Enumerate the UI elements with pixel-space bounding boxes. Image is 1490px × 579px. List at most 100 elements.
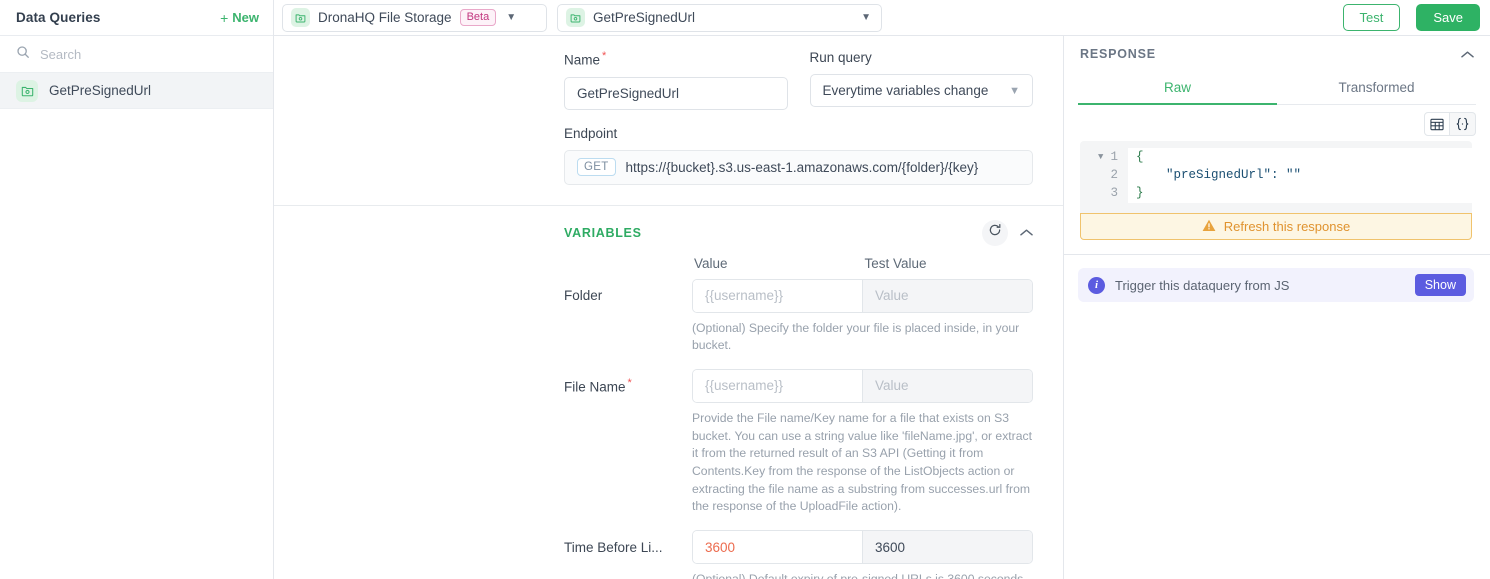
variable-name-text: Folder <box>564 288 603 303</box>
query-label: GetPreSignedUrl <box>593 10 696 25</box>
run-query-label: Run query <box>809 50 872 65</box>
folder-value-input[interactable] <box>693 279 862 312</box>
endpoint-group: Endpoint GET https://{bucket}.s3.us-east… <box>564 126 1033 185</box>
connector-label: DronaHQ File Storage <box>318 10 452 25</box>
sidebar-item-label: GetPreSignedUrl <box>49 83 152 98</box>
plus-icon: + <box>220 9 229 26</box>
table-row: Folder <box>564 278 1033 313</box>
sidebar-search[interactable] <box>0 36 273 73</box>
new-query-button[interactable]: + New <box>220 10 259 25</box>
response-code-card: ▼ 1 2 3 { "preSignedUrl": "" } Refresh t… <box>1080 141 1472 240</box>
run-query-select[interactable]: Everytime variables change ▼ <box>809 74 1033 107</box>
variables-actions <box>982 219 1033 246</box>
variables-section: VARIABLES Value Test Value Folder {{user… <box>274 204 1063 579</box>
code-gutter: ▼ 1 2 3 <box>1080 148 1128 203</box>
sidebar-header: Data Queries + New <box>0 0 273 36</box>
chevron-down-icon: ▼ <box>1009 84 1020 97</box>
response-view-toggle <box>1064 105 1490 141</box>
response-tabs: Raw Transformed <box>1078 72 1476 105</box>
variables-table: Value Test Value Folder {{username}} Val… <box>564 256 1033 579</box>
query-form: Name* Run query Everytime variables chan… <box>274 36 1064 579</box>
chevron-down-icon: ▼ <box>506 11 517 23</box>
variable-name-file-name: File Name * <box>564 377 692 395</box>
test-button[interactable]: Test <box>1342 4 1401 31</box>
line-number: 2 <box>1110 168 1118 182</box>
required-asterisk: * <box>602 50 607 62</box>
name-label: Name * <box>564 50 788 68</box>
warning-icon <box>1202 219 1216 235</box>
time-before-value-input[interactable] <box>693 531 862 563</box>
form-inner: Name* Run query Everytime variables chan… <box>274 36 1063 579</box>
code-line: } <box>1136 186 1144 200</box>
code-line: "preSignedUrl": "" <box>1136 168 1302 182</box>
body-wrapper: Name* Run query Everytime variables chan… <box>274 36 1490 579</box>
variables-header: VARIABLES <box>564 219 1033 246</box>
row-spacer <box>564 355 1033 369</box>
name-field-group: Name * <box>564 50 788 110</box>
endpoint-label: Endpoint <box>564 125 618 141</box>
table-row: File Name * <box>564 368 1033 403</box>
header-spacer <box>564 256 692 271</box>
refresh-variables-button[interactable] <box>982 219 1008 246</box>
query-select[interactable]: GetPreSignedUrl ▼ <box>557 3 882 32</box>
file-storage-icon <box>16 79 38 102</box>
line-number: 3 <box>1110 186 1118 200</box>
required-asterisk: * <box>627 377 632 390</box>
variables-title: VARIABLES <box>564 225 642 240</box>
code-content: { "preSignedUrl": "" } <box>1128 148 1472 203</box>
collapse-variables-button[interactable] <box>1020 228 1033 237</box>
name-input[interactable] <box>564 76 788 110</box>
js-trigger-text: Trigger this dataquery from JS <box>1115 277 1290 293</box>
folder-help-text: (Optional) Specify the folder your file … <box>692 320 1020 353</box>
time-before-help-text: (Optional) Default expiry of pre-signed … <box>692 572 1024 579</box>
run-query-field-group: Run query Everytime variables change ▼ <box>809 50 1033 110</box>
response-panel: RESPONSE Raw Transformed ▼ 1 2 3 {"preS… <box>1064 36 1490 579</box>
form-row-top: Name* Run query Everytime variables chan… <box>564 50 1033 110</box>
run-query-value: Everytime variables change <box>822 83 989 98</box>
variable-inputs-time-before <box>692 530 1033 564</box>
search-input[interactable] <box>40 46 257 62</box>
endpoint-url: https://{bucket}.s3.us-east-1.amazonaws.… <box>625 159 979 175</box>
refresh-icon <box>988 223 1002 242</box>
variable-name-text: Time Before Li... <box>564 539 663 555</box>
topbar: DronaHQ File Storage Beta ▼ GetPreSigned… <box>274 0 1490 36</box>
connector-select[interactable]: DronaHQ File Storage Beta ▼ <box>282 3 547 32</box>
refresh-response-warning[interactable]: Refresh this response <box>1080 213 1472 240</box>
file-name-test-value-input[interactable] <box>862 369 1032 402</box>
response-code-box[interactable]: ▼ 1 2 3 { "preSignedUrl": "" } <box>1080 141 1472 213</box>
response-block: RESPONSE Raw Transformed ▼ 1 2 3 {"preS… <box>1064 36 1490 255</box>
sidebar: Data Queries + New GetPreSignedUrl <box>0 0 274 579</box>
file-name-help-text: Provide the File name/Key name for a fil… <box>692 410 1032 514</box>
file-storage-icon <box>291 8 310 27</box>
variables-table-header: Value Test Value <box>564 256 1033 271</box>
save-button[interactable]: Save <box>1416 4 1480 31</box>
beta-badge: Beta <box>459 8 497 27</box>
js-trigger-bar: i Trigger this dataquery from JS Show <box>1078 268 1474 302</box>
main-panel: DronaHQ File Storage Beta ▼ GetPreSigned… <box>274 0 1490 579</box>
response-bottom-pad <box>1064 240 1490 254</box>
name-label-text: Name <box>564 52 601 68</box>
info-icon: i <box>1088 276 1105 294</box>
show-button[interactable]: Show <box>1414 274 1466 296</box>
variable-name-time-before-link-expiry: Time Before Li... <box>564 540 692 555</box>
variable-inputs-folder <box>692 278 1033 313</box>
endpoint-field[interactable]: GET https://{bucket}.s3.us-east-1.amazon… <box>564 149 1033 185</box>
json-view-icon[interactable] <box>1450 112 1476 136</box>
variable-name-folder: Folder <box>564 288 692 303</box>
app-root: Data Queries + New GetPreSignedUrl <box>0 0 1490 579</box>
folder-test-value-input[interactable] <box>862 279 1032 312</box>
row-spacer <box>564 516 1033 530</box>
table-view-icon[interactable] <box>1424 112 1450 136</box>
new-query-label: New <box>232 10 259 25</box>
collapse-response-button[interactable] <box>1461 50 1474 59</box>
column-header-test-value: Test Value <box>864 255 927 271</box>
sidebar-item-getpresignedurl[interactable]: GetPreSignedUrl <box>0 73 273 109</box>
fold-toggle-icon[interactable]: ▼ <box>1098 148 1103 166</box>
table-row: Time Before Li... <box>564 530 1033 564</box>
file-storage-icon <box>566 8 585 27</box>
time-before-test-value-input[interactable] <box>862 531 1032 563</box>
tab-transformed[interactable]: Transformed <box>1277 72 1476 104</box>
file-name-value-input[interactable] <box>693 369 862 402</box>
response-header: RESPONSE <box>1064 36 1490 72</box>
tab-raw[interactable]: Raw <box>1078 72 1277 105</box>
